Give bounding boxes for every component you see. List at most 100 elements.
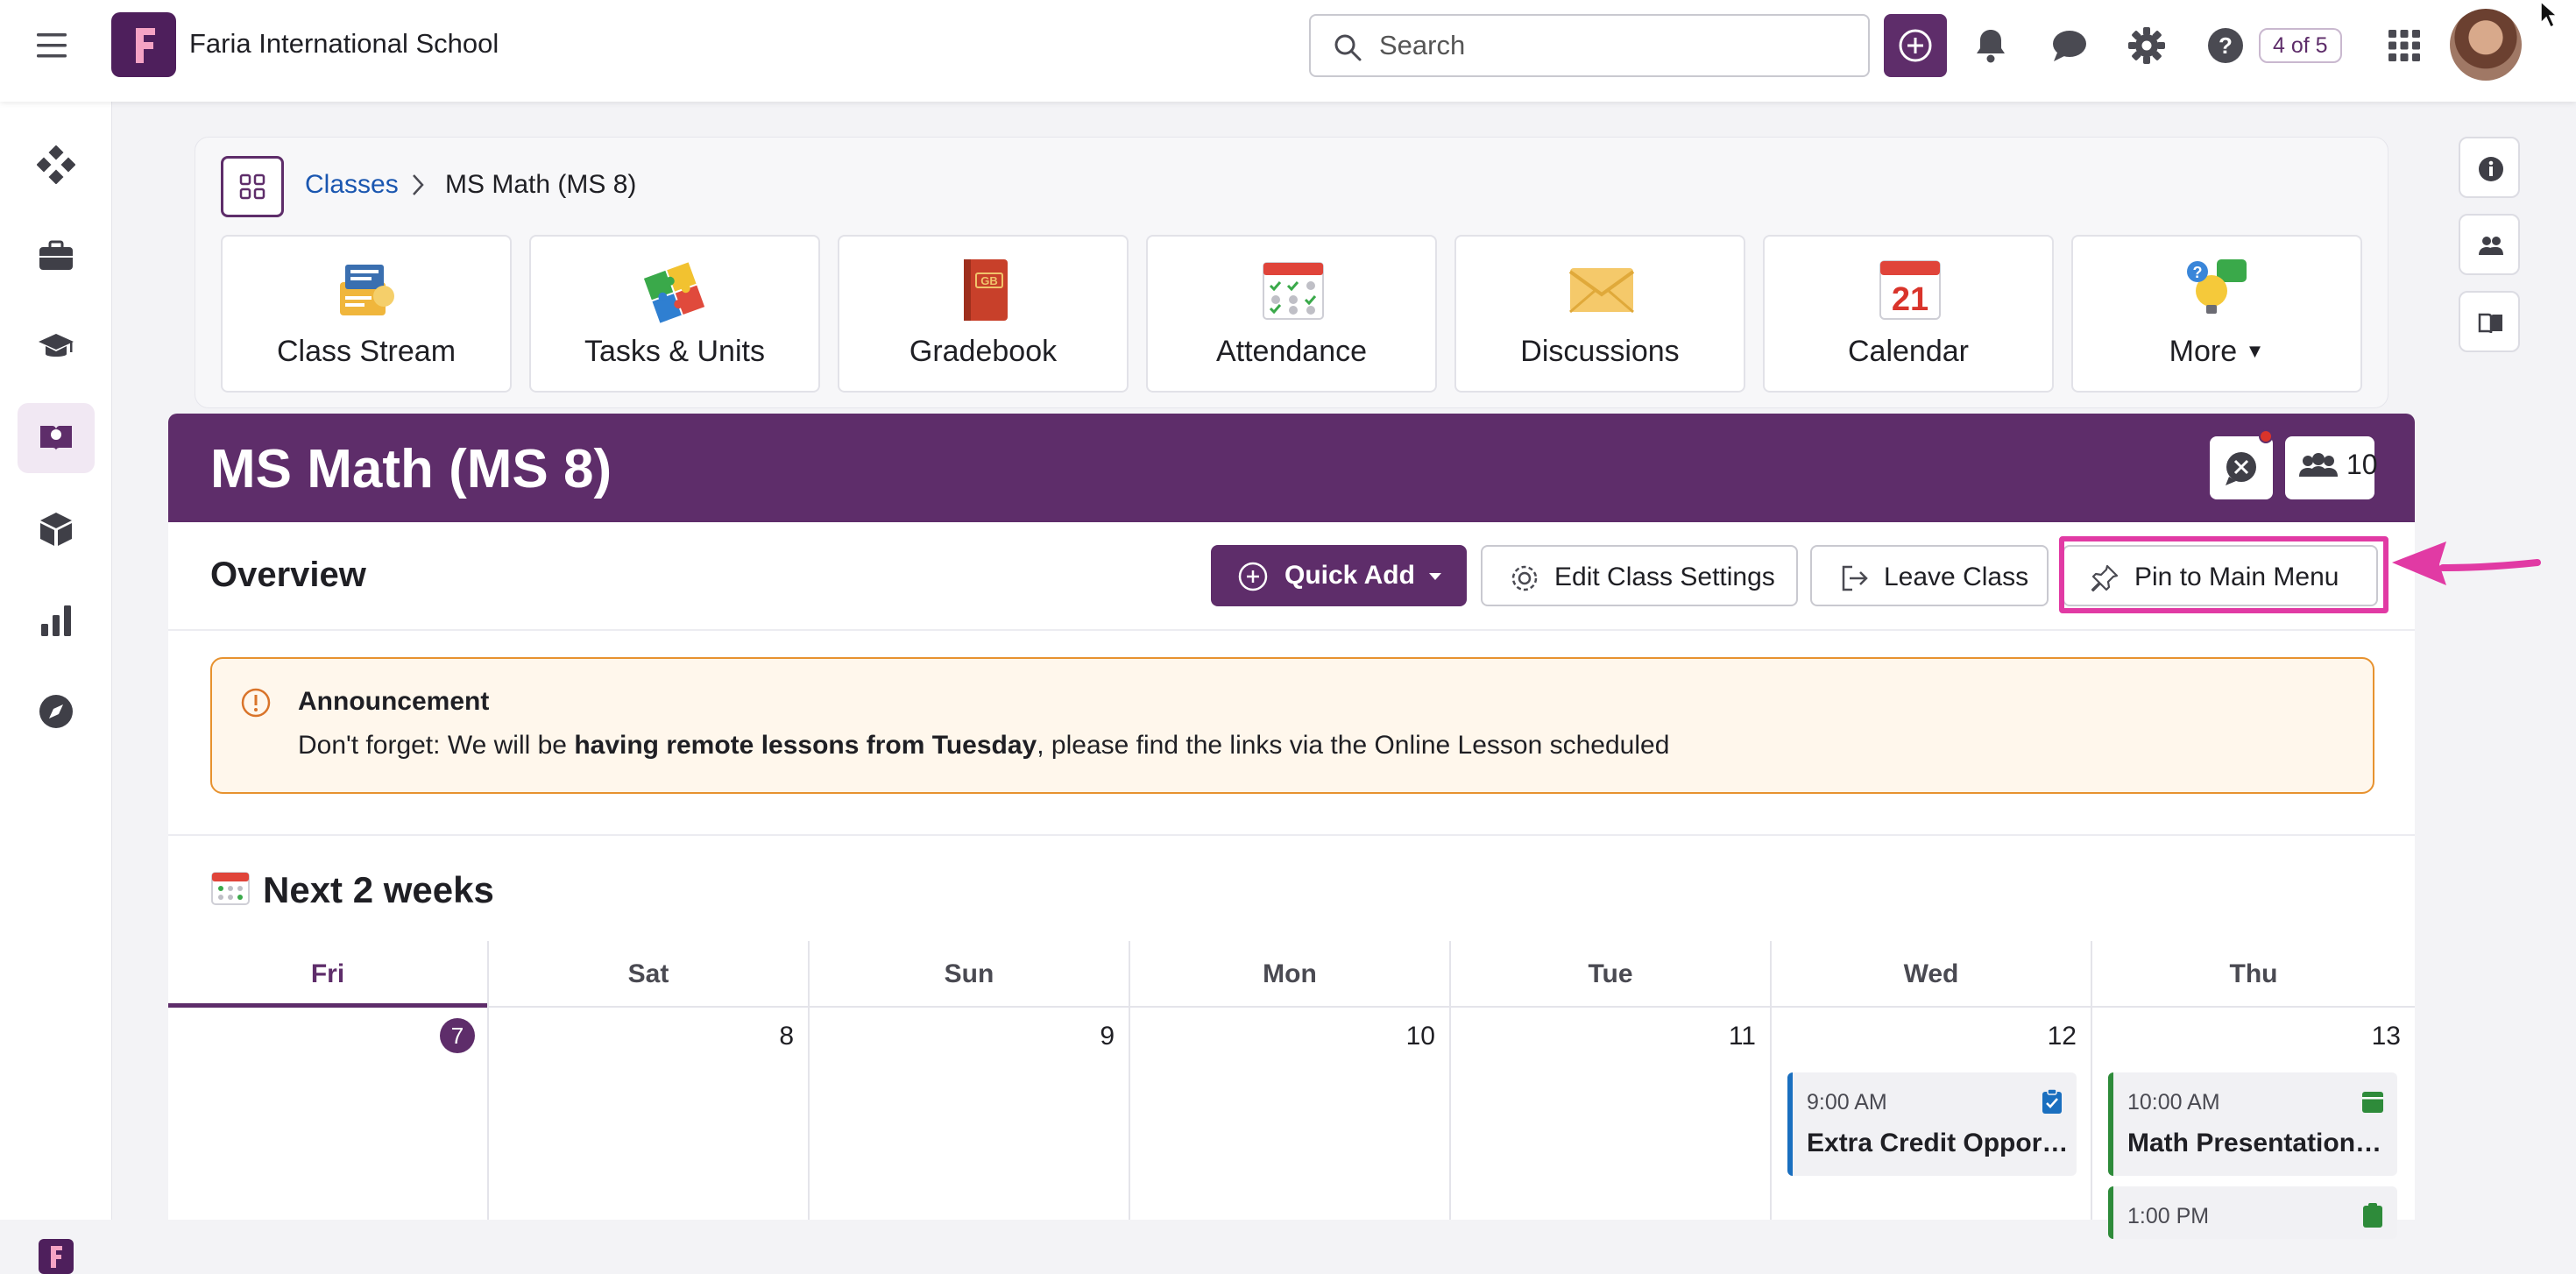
day-number: 13	[2371, 1022, 2401, 1051]
chat-icon[interactable]	[2049, 25, 2091, 67]
bell-icon[interactable]	[1970, 25, 2012, 67]
graduation-cap-icon	[39, 334, 74, 357]
guide-button[interactable]	[2459, 291, 2520, 352]
progress-counter-badge[interactable]: 4 of 5	[2259, 28, 2342, 63]
puzzle-icon	[641, 256, 711, 324]
day-column-wed[interactable]: Wed 12 9:00 AM Extra Credit Opport...	[1772, 941, 2092, 1220]
warning-circle-icon	[238, 685, 273, 720]
members-icon	[2299, 453, 2338, 477]
announcement-title: Announcement	[298, 687, 490, 716]
member-count: 10	[2346, 449, 2378, 480]
breadcrumb-current: MS Math (MS 8)	[445, 170, 637, 199]
day-header: Mon	[1130, 941, 1449, 1008]
classes-book-icon	[40, 426, 72, 450]
mouse-cursor-icon	[2537, 0, 2560, 30]
next-weeks-title: Next 2 weeks	[263, 869, 494, 910]
search-input[interactable]	[1379, 28, 1835, 63]
sidebar-item-explore[interactable]	[18, 676, 95, 747]
day-number: 11	[1728, 1022, 1756, 1051]
search-box[interactable]	[1309, 14, 1870, 77]
sidebar-item-academics[interactable]	[18, 312, 95, 382]
clipboard-task-icon	[2040, 1088, 2064, 1115]
gradebook-tile-text: GB	[980, 274, 998, 287]
clipboard-task-icon	[2360, 1202, 2385, 1228]
envelope-icon	[1567, 256, 1637, 324]
info-icon	[2479, 157, 2503, 181]
create-button[interactable]	[1884, 14, 1947, 77]
sidebar-item-resources[interactable]	[18, 494, 95, 564]
event-name: Extra Credit Opport...	[1807, 1129, 2070, 1157]
tile-calendar[interactable]: 21 Calendar	[1763, 235, 2054, 393]
tile-label: Class Stream	[276, 335, 456, 368]
divider	[168, 629, 2415, 631]
class-menu-button[interactable]	[221, 156, 284, 217]
hamburger-menu-icon[interactable]	[35, 30, 70, 61]
tile-label: Calendar	[1848, 335, 1969, 368]
user-avatar[interactable]	[2450, 9, 2522, 81]
event-time: 1:00 PM	[2127, 1204, 2210, 1228]
leave-class-button[interactable]: Leave Class	[1810, 545, 2049, 606]
day-column-tue[interactable]: Tue 11	[1451, 941, 1772, 1220]
tile-discussions[interactable]: Discussions	[1454, 235, 1745, 393]
plus-circle-icon	[1899, 29, 1932, 62]
tile-gradebook[interactable]: GB Gradebook	[838, 235, 1129, 393]
tile-attendance[interactable]: Attendance	[1146, 235, 1437, 393]
attendance-icon	[1258, 256, 1328, 324]
calendar-event[interactable]: 1:00 PM	[2108, 1186, 2397, 1239]
school-logo[interactable]	[111, 12, 176, 77]
plus-circle-icon	[1238, 562, 1268, 591]
sidebar-item-classes[interactable]	[18, 403, 95, 473]
day-column-fri[interactable]: Fri 7	[168, 941, 489, 1220]
calendar-icon	[210, 869, 251, 906]
grid-icon	[239, 173, 265, 200]
compass-icon	[39, 695, 73, 728]
day-column-sun[interactable]: Sun 9	[810, 941, 1130, 1220]
tile-label: Attendance	[1215, 335, 1368, 368]
members-button[interactable]	[2459, 214, 2520, 275]
help-icon[interactable]: ?	[2204, 25, 2247, 67]
notification-dot	[2259, 429, 2273, 443]
day-column-mon[interactable]: Mon 10	[1130, 941, 1451, 1220]
apps-grid-icon[interactable]	[2383, 25, 2425, 67]
day-header: Fri	[168, 941, 487, 1008]
day-header: Tue	[1451, 941, 1770, 1008]
svg-text:?: ?	[2193, 264, 2203, 281]
class-members-button[interactable]: 10	[2285, 436, 2378, 499]
class-header: MS Math (MS 8) 10	[168, 414, 2415, 522]
tile-label: More ▼	[2073, 335, 2360, 369]
tile-class-stream[interactable]: Class Stream	[221, 235, 512, 393]
caret-down-icon: ▼	[2245, 340, 2265, 362]
sidebar-item-reports[interactable]	[18, 585, 95, 655]
info-button[interactable]	[2459, 137, 2520, 198]
edit-class-settings-button[interactable]: Edit Class Settings	[1481, 545, 1798, 606]
day-header: Sat	[489, 941, 808, 1008]
left-sidebar	[0, 102, 112, 1274]
calendar-grid: Fri 7 Sat 8 Sun 9 Mon 10 Tue 11 Wed 12 9…	[168, 941, 2415, 1239]
quick-add-button[interactable]: Quick Add	[1211, 545, 1467, 606]
more-icon: ?	[2183, 256, 2254, 324]
quick-add-label: Quick Add	[1284, 561, 1415, 590]
class-messages-button[interactable]	[2210, 436, 2273, 499]
sidebar-item-dashboard[interactable]	[18, 130, 95, 200]
school-name[interactable]: Faria International School	[189, 28, 499, 60]
gradebook-icon: GB	[950, 256, 1020, 324]
breadcrumb-classes-link[interactable]: Classes	[305, 170, 399, 200]
calendar-event[interactable]: 10:00 AM Math Presentation: ...	[2108, 1072, 2397, 1176]
day-number: 8	[779, 1022, 794, 1051]
day-column-sat[interactable]: Sat 8	[489, 941, 810, 1220]
tile-tasks-units[interactable]: Tasks & Units	[529, 235, 820, 393]
svg-text:?: ?	[2219, 32, 2233, 59]
calendar-event[interactable]: 9:00 AM Extra Credit Opport...	[1787, 1072, 2077, 1176]
class-stream-icon	[333, 256, 403, 324]
day-number: 9	[1100, 1022, 1115, 1051]
day-number-today: 7	[440, 1018, 475, 1053]
gear-outline-icon	[1511, 565, 1538, 591]
calendar-icon: 21	[1875, 256, 1945, 324]
day-column-thu[interactable]: Thu 13 10:00 AM Math Presentation: ... 1…	[2092, 941, 2415, 1239]
faria-logo-icon[interactable]	[39, 1239, 74, 1274]
tile-more[interactable]: ? More ▼	[2071, 235, 2362, 393]
sidebar-item-portfolio[interactable]	[18, 221, 95, 291]
top-bar: Faria International School ? 4 of 5	[0, 0, 2576, 102]
gear-icon[interactable]	[2126, 25, 2168, 67]
open-book-icon	[2478, 313, 2502, 334]
